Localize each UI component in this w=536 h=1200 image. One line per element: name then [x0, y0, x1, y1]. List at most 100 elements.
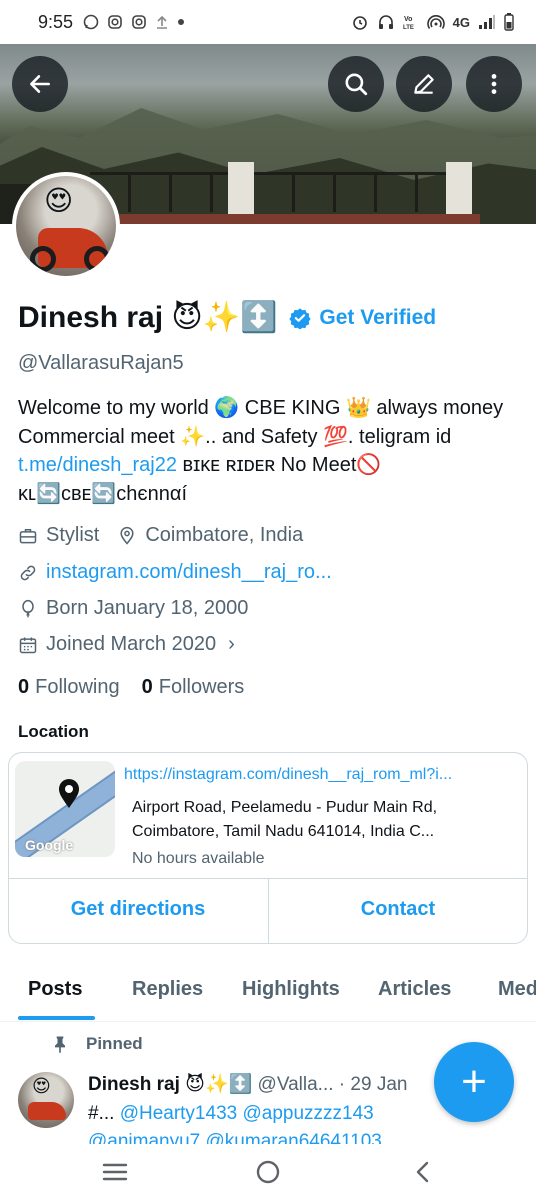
website-link[interactable]: instagram.com/dinesh__raj_ro... — [46, 561, 332, 584]
hotspot-icon — [426, 13, 445, 31]
location-heading: Location — [18, 722, 89, 741]
back-button[interactable] — [12, 56, 68, 112]
headphones-icon — [377, 13, 395, 31]
upload-icon — [155, 14, 169, 30]
avatar-motorcycle — [28, 1102, 66, 1120]
following-link[interactable]: 0 Following — [18, 676, 120, 699]
heart-eyes-emoji: 😍 — [44, 185, 74, 216]
banner-wall — [100, 214, 480, 224]
following-label: Following — [35, 676, 120, 698]
system-nav-bar — [0, 1144, 536, 1200]
chevron-right-icon[interactable]: › — [228, 633, 235, 656]
chevron-left-icon — [416, 1161, 429, 1183]
profile-name: Dinesh raj 😈✨↕️ — [18, 301, 278, 334]
profile-handle: @VallarasuRajan5 — [18, 352, 184, 374]
follow-counts: 0 Following 0 Followers — [18, 676, 244, 699]
map-pin-icon — [59, 779, 79, 808]
status-icons-left — [83, 14, 185, 30]
pinned-label-row: Pinned — [50, 1034, 143, 1054]
profile-name-row: Dinesh raj 😈✨↕️ Get Verified — [18, 300, 436, 335]
get-verified-link[interactable]: Get Verified — [319, 306, 436, 330]
location-item: Coimbatore, India — [117, 524, 303, 547]
recent-apps-button[interactable] — [100, 1158, 130, 1186]
tab-replies[interactable]: Replies — [132, 978, 203, 1001]
heart-eyes-emoji: 😍 — [32, 1076, 51, 1096]
google-map-label: Google — [25, 837, 74, 853]
avatar-wheel — [84, 246, 110, 272]
post-mentions[interactable]: @Hearty1433 @appuzzzz143 — [120, 1103, 374, 1124]
tab-articles[interactable]: Articles — [378, 978, 451, 1001]
followers-link[interactable]: 0 Followers — [142, 676, 245, 699]
instagram-icon — [131, 14, 147, 30]
menu-icon — [102, 1163, 128, 1181]
briefcase-icon — [19, 528, 37, 543]
calendar-icon — [19, 637, 37, 653]
search-button[interactable] — [328, 56, 384, 112]
joined-row[interactable]: Joined March 2020 › — [18, 633, 235, 656]
instagram-icon — [107, 14, 123, 30]
volte-icon: Vo LTE — [403, 13, 419, 31]
birthday-row: Born January 18, 2000 — [18, 597, 248, 620]
search-icon — [345, 73, 368, 96]
banner-railing — [90, 172, 470, 212]
alarm-icon — [351, 13, 369, 31]
svg-text:Vo: Vo — [404, 16, 412, 23]
dot-icon — [177, 18, 185, 26]
post-date: · 29 Jan — [338, 1074, 408, 1095]
profile-bio: Welcome to my world 🌍 CBE KING 👑 always … — [18, 394, 528, 508]
active-tab-indicator — [18, 1016, 95, 1020]
post-author-avatar[interactable]: 😍 — [18, 1072, 74, 1128]
verified-badge-icon[interactable] — [289, 307, 312, 329]
tab-media[interactable]: Med — [498, 978, 536, 1001]
status-bar: 9:55 Vo LTE 4G — [0, 0, 536, 44]
back-nav-button[interactable] — [408, 1158, 438, 1186]
location-hours: No hours available — [132, 850, 265, 867]
pinned-label: Pinned — [86, 1034, 143, 1053]
edit-button[interactable] — [396, 56, 452, 112]
more-vertical-icon — [491, 74, 497, 94]
status-time: 9:55 — [38, 11, 74, 32]
post-mentions-line2[interactable]: @animanyu7 @kumaran64641103 — [88, 1128, 528, 1144]
whatsapp-icon — [83, 14, 99, 30]
get-directions-button[interactable]: Get directions — [8, 898, 268, 921]
profile-avatar[interactable]: 😍 — [12, 172, 120, 280]
pin-icon — [55, 1036, 65, 1054]
location-pin-icon — [120, 526, 134, 545]
tab-highlights[interactable]: Highlights — [242, 978, 340, 1001]
tab-posts[interactable]: Posts — [28, 978, 82, 1001]
profile-tabs: Posts Replies Highlights Articles Med — [0, 960, 536, 1022]
profession: Stylist — [46, 524, 100, 546]
followers-label: Followers — [158, 676, 245, 698]
post-header: Dinesh raj 😈✨↕️ @Valla... · 29 Jan — [88, 1072, 407, 1096]
compose-button[interactable]: + — [434, 1042, 514, 1122]
battery-icon — [504, 13, 514, 31]
telegram-link[interactable]: t.me/dinesh_raj22 — [18, 454, 177, 476]
contact-button[interactable]: Contact — [268, 898, 528, 921]
avatar-wheel — [30, 246, 56, 272]
balloon-icon — [22, 599, 34, 617]
followers-count: 0 — [141, 676, 153, 698]
website-row[interactable]: instagram.com/dinesh__raj_ro... — [18, 561, 332, 584]
joined-text: Joined March 2020 — [46, 633, 217, 655]
home-circle-icon — [256, 1160, 280, 1184]
arrow-left-icon — [30, 75, 50, 93]
profession-location-row: Stylist Coimbatore, India — [18, 524, 303, 547]
map-thumbnail[interactable]: Google — [15, 761, 115, 857]
home-button[interactable] — [253, 1158, 283, 1186]
plus-icon: + — [461, 1057, 487, 1106]
location-text: Coimbatore, India — [145, 524, 304, 546]
link-icon — [20, 565, 36, 580]
more-button[interactable] — [466, 56, 522, 112]
post-text-prefix: #... — [88, 1103, 120, 1124]
pencil-icon — [414, 74, 434, 94]
location-address: Airport Road, Peelamedu - Pudur Main Rd,… — [132, 799, 438, 840]
status-icons-right: Vo LTE 4G — [351, 13, 514, 31]
bio-text: Welcome to my world 🌍 CBE KING 👑 always … — [18, 397, 504, 448]
svg-text:LTE: LTE — [403, 25, 414, 31]
post-author-name[interactable]: Dinesh raj 😈✨↕️ — [88, 1074, 252, 1095]
birthday-text: Born January 18, 2000 — [46, 597, 249, 619]
network-type: 4G — [452, 14, 470, 30]
signal-icon — [478, 14, 496, 30]
post-author-handle[interactable]: @Valla... — [258, 1074, 334, 1095]
location-url[interactable]: https://instagram.com/dinesh__raj_rom_ml… — [124, 766, 504, 784]
